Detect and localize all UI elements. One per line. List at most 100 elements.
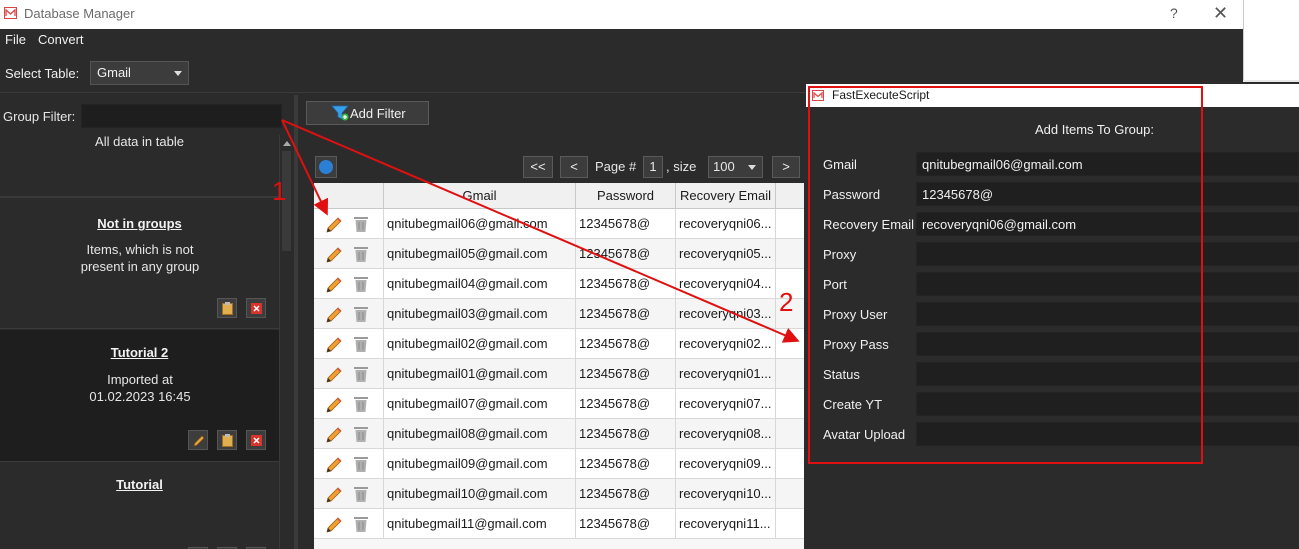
page-number-input[interactable]: 1	[643, 156, 663, 178]
group-item-tutorial-2[interactable]: Tutorial 2 Imported at 01.02.2023 16:45	[0, 330, 279, 462]
pencil-icon[interactable]	[325, 366, 343, 384]
cell-filler	[776, 329, 804, 359]
cell-recovery-email[interactable]: recoveryqni05...	[676, 239, 776, 269]
cell-gmail[interactable]: qnitubegmail05@gmail.com	[384, 239, 576, 269]
prev-page-button[interactable]: <	[560, 156, 588, 178]
pencil-icon[interactable]	[325, 276, 343, 294]
pencil-icon[interactable]	[325, 426, 343, 444]
cell-recovery-email[interactable]: recoveryqni10...	[676, 479, 776, 509]
trash-icon[interactable]	[353, 215, 369, 233]
pencil-icon[interactable]	[325, 486, 343, 504]
trash-icon[interactable]	[353, 245, 369, 263]
trash-icon[interactable]	[353, 305, 369, 323]
group-item-all[interactable]: All data in table	[0, 135, 279, 197]
cell-recovery-email[interactable]: recoveryqni03...	[676, 299, 776, 329]
group-item-not-in-groups[interactable]: Not in groups Items, which is not presen…	[0, 197, 279, 329]
cell-recovery-email[interactable]: recoveryqni08...	[676, 419, 776, 449]
trash-icon[interactable]	[353, 395, 369, 413]
menu-file[interactable]: File	[5, 32, 26, 47]
pencil-icon[interactable]	[325, 516, 343, 534]
cell-recovery-email[interactable]: recoveryqni11...	[676, 509, 776, 539]
clipboard-icon	[222, 302, 233, 315]
first-page-button[interactable]: <<	[523, 156, 553, 178]
group-filter-input[interactable]	[81, 104, 282, 128]
cell-gmail[interactable]: qnitubegmail04@gmail.com	[384, 269, 576, 299]
edit-group-button[interactable]	[188, 430, 208, 450]
scroll-up-icon[interactable]	[283, 141, 291, 146]
cell-recovery-email[interactable]: recoveryqni07...	[676, 389, 776, 419]
cell-password[interactable]: 12345678@	[576, 359, 676, 389]
page-size-select[interactable]: 100	[708, 156, 763, 178]
refresh-button[interactable]	[315, 156, 337, 178]
table-row[interactable]: qnitubegmail11@gmail.com 12345678@ recover…	[314, 509, 804, 539]
cell-recovery-email[interactable]: recoveryqni09...	[676, 449, 776, 479]
cell-gmail[interactable]: qnitubegmail10@gmail.com	[384, 479, 576, 509]
trash-icon[interactable]	[353, 485, 369, 503]
group-item-tutorial[interactable]: Tutorial	[0, 462, 279, 549]
table-select[interactable]: Gmail	[90, 61, 189, 85]
pencil-icon[interactable]	[325, 336, 343, 354]
close-button[interactable]: ✕	[1213, 3, 1228, 24]
cell-recovery-email[interactable]: recoveryqni04...	[676, 269, 776, 299]
trash-icon[interactable]	[353, 515, 369, 533]
table-row[interactable]: qnitubegmail05@gmail.com 12345678@ recover…	[314, 239, 804, 269]
chevron-down-icon	[174, 71, 182, 76]
trash-icon[interactable]	[353, 335, 369, 353]
cell-password[interactable]: 12345678@	[576, 509, 676, 539]
menu-convert[interactable]: Convert	[38, 32, 84, 47]
group-desc: All data in table	[95, 135, 184, 149]
next-page-button[interactable]: >	[772, 156, 800, 178]
delete-group-button[interactable]	[246, 430, 266, 450]
cell-password[interactable]: 12345678@	[576, 239, 676, 269]
cell-gmail[interactable]: qnitubegmail11@gmail.com	[384, 509, 576, 539]
pencil-icon[interactable]	[325, 396, 343, 414]
column-header-gmail[interactable]: Gmail	[384, 183, 576, 209]
copy-group-button[interactable]	[217, 430, 237, 450]
chevron-down-icon	[748, 165, 756, 170]
table-row[interactable]: qnitubegmail07@gmail.com 12345678@ recover…	[314, 389, 804, 419]
trash-icon[interactable]	[353, 365, 369, 383]
trash-icon[interactable]	[353, 425, 369, 443]
table-row[interactable]: qnitubegmail06@gmail.com 12345678@ recover…	[314, 209, 804, 239]
cell-gmail[interactable]: qnitubegmail01@gmail.com	[384, 359, 576, 389]
cell-gmail[interactable]: qnitubegmail09@gmail.com	[384, 449, 576, 479]
pencil-icon[interactable]	[325, 306, 343, 324]
add-filter-button[interactable]: Add Filter	[306, 101, 429, 125]
table-row[interactable]: qnitubegmail04@gmail.com 12345678@ recover…	[314, 269, 804, 299]
pencil-icon[interactable]	[325, 456, 343, 474]
cell-recovery-email[interactable]: recoveryqni02...	[676, 329, 776, 359]
cell-password[interactable]: 12345678@	[576, 209, 676, 239]
menu-bar: File Convert	[0, 29, 1243, 51]
cell-password[interactable]: 12345678@	[576, 419, 676, 449]
help-button[interactable]: ?	[1170, 5, 1178, 21]
table-row[interactable]: qnitubegmail08@gmail.com 12345678@ recover…	[314, 419, 804, 449]
cell-password[interactable]: 12345678@	[576, 329, 676, 359]
trash-icon[interactable]	[353, 455, 369, 473]
table-row[interactable]: qnitubegmail02@gmail.com 12345678@ recover…	[314, 329, 804, 359]
row-actions	[314, 359, 384, 389]
cell-password[interactable]: 12345678@	[576, 389, 676, 419]
cell-gmail[interactable]: qnitubegmail02@gmail.com	[384, 329, 576, 359]
delete-group-button[interactable]	[246, 298, 266, 318]
cell-password[interactable]: 12345678@	[576, 299, 676, 329]
cell-password[interactable]: 12345678@	[576, 479, 676, 509]
table-row[interactable]: qnitubegmail10@gmail.com 12345678@ recover…	[314, 479, 804, 509]
cell-recovery-email[interactable]: recoveryqni01...	[676, 359, 776, 389]
pencil-icon[interactable]	[325, 246, 343, 264]
column-header-password[interactable]: Password	[576, 183, 676, 209]
table-row[interactable]: qnitubegmail09@gmail.com 12345678@ recover…	[314, 449, 804, 479]
trash-icon[interactable]	[353, 275, 369, 293]
cell-gmail[interactable]: qnitubegmail08@gmail.com	[384, 419, 576, 449]
cell-gmail[interactable]: qnitubegmail06@gmail.com	[384, 209, 576, 239]
pencil-icon[interactable]	[325, 216, 343, 234]
cell-gmail[interactable]: qnitubegmail03@gmail.com	[384, 299, 576, 329]
cell-password[interactable]: 12345678@	[576, 269, 676, 299]
copy-group-button[interactable]	[217, 298, 237, 318]
table-row[interactable]: qnitubegmail03@gmail.com 12345678@ recover…	[314, 299, 804, 329]
group-filter-label: Group Filter:	[3, 109, 76, 124]
cell-gmail[interactable]: qnitubegmail07@gmail.com	[384, 389, 576, 419]
cell-recovery-email[interactable]: recoveryqni06...	[676, 209, 776, 239]
column-header-recovery-email[interactable]: Recovery Email	[676, 183, 776, 209]
cell-password[interactable]: 12345678@	[576, 449, 676, 479]
table-row[interactable]: qnitubegmail01@gmail.com 12345678@ recover…	[314, 359, 804, 389]
